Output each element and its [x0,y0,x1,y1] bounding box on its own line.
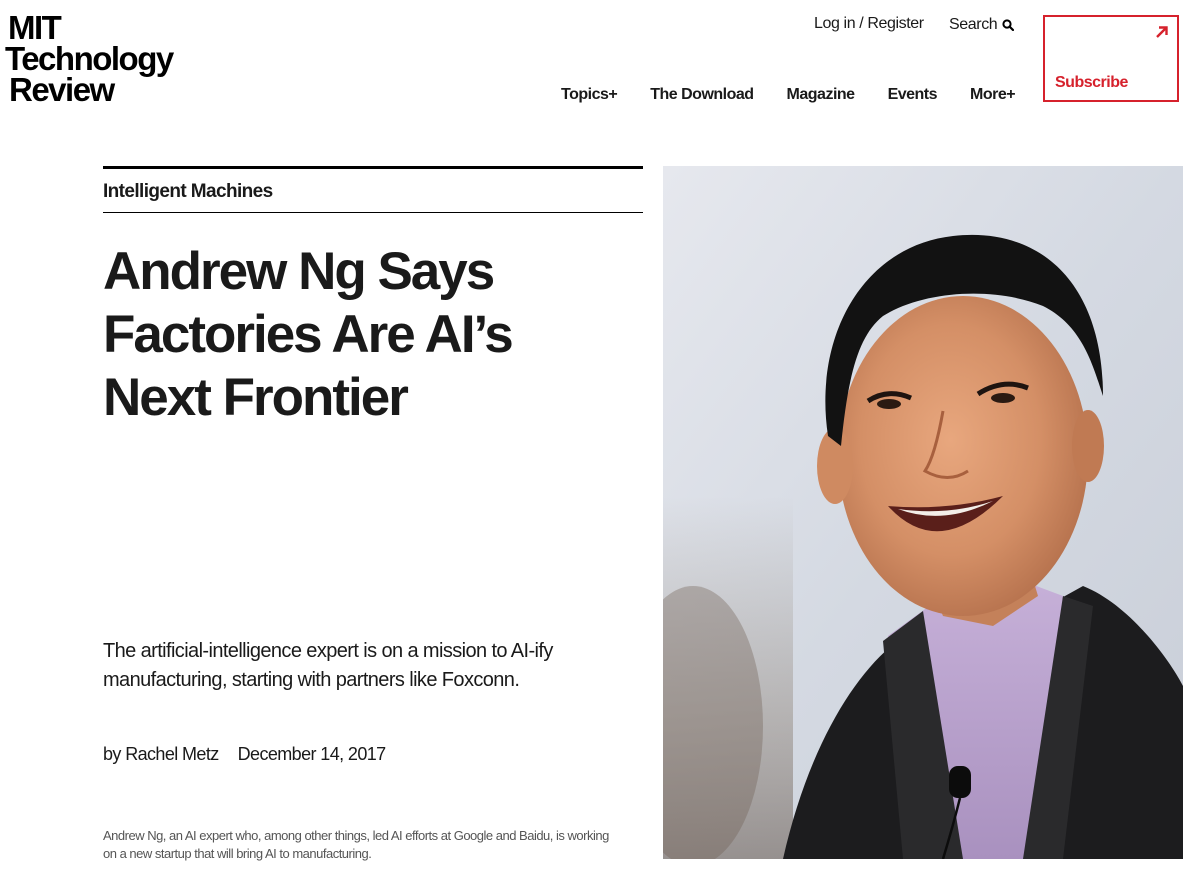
article-dek: The artificial-intelligence expert is on… [103,640,553,691]
nav-more[interactable]: More+ [970,86,1016,104]
headline-line-3: Next Frontier [103,368,409,427]
byline: by Rachel Metz December 14, 2017 [103,744,386,765]
headline-line-2: Factories Are AI’s [103,305,514,364]
topic-bar: Intelligent Machines [103,166,643,213]
publish-date: December 14, 2017 [237,744,387,764]
headline-line-1: Andrew Ng Says [103,242,495,301]
nav-the-download[interactable]: The Download [650,86,754,104]
article-photo [663,166,1183,859]
nav-events[interactable]: Events [888,86,938,104]
author-link[interactable]: by Rachel Metz [103,744,219,764]
subscribe-button[interactable]: Subscribe [1043,15,1179,102]
arrow-up-right-icon [1155,25,1169,44]
topic-link[interactable]: Intelligent Machines [103,181,273,203]
search-label: Search [949,16,998,33]
main-nav: Topics+ The Download Magazine Events Mor… [561,86,1016,104]
logo-line-2: Technology [5,40,174,77]
nav-topics[interactable]: Topics+ [561,86,618,104]
subscribe-label: Subscribe [1055,74,1128,91]
image-caption: Andrew Ng, an AI expert who, among other… [103,828,609,861]
article-headline: Andrew Ng Says Factories Are AI’s Next F… [103,240,643,429]
logo-line-3: Review [9,71,115,108]
logo-line-1: MIT [8,9,62,46]
search-button[interactable]: Search [949,15,1015,35]
search-icon [1002,19,1015,31]
site-logo[interactable]: MIT Technology Review [5,9,174,108]
login-register-link[interactable]: Log in / Register [814,15,924,35]
nav-magazine[interactable]: Magazine [787,86,856,104]
page: MIT Technology Review Log in / Register … [0,0,1191,877]
